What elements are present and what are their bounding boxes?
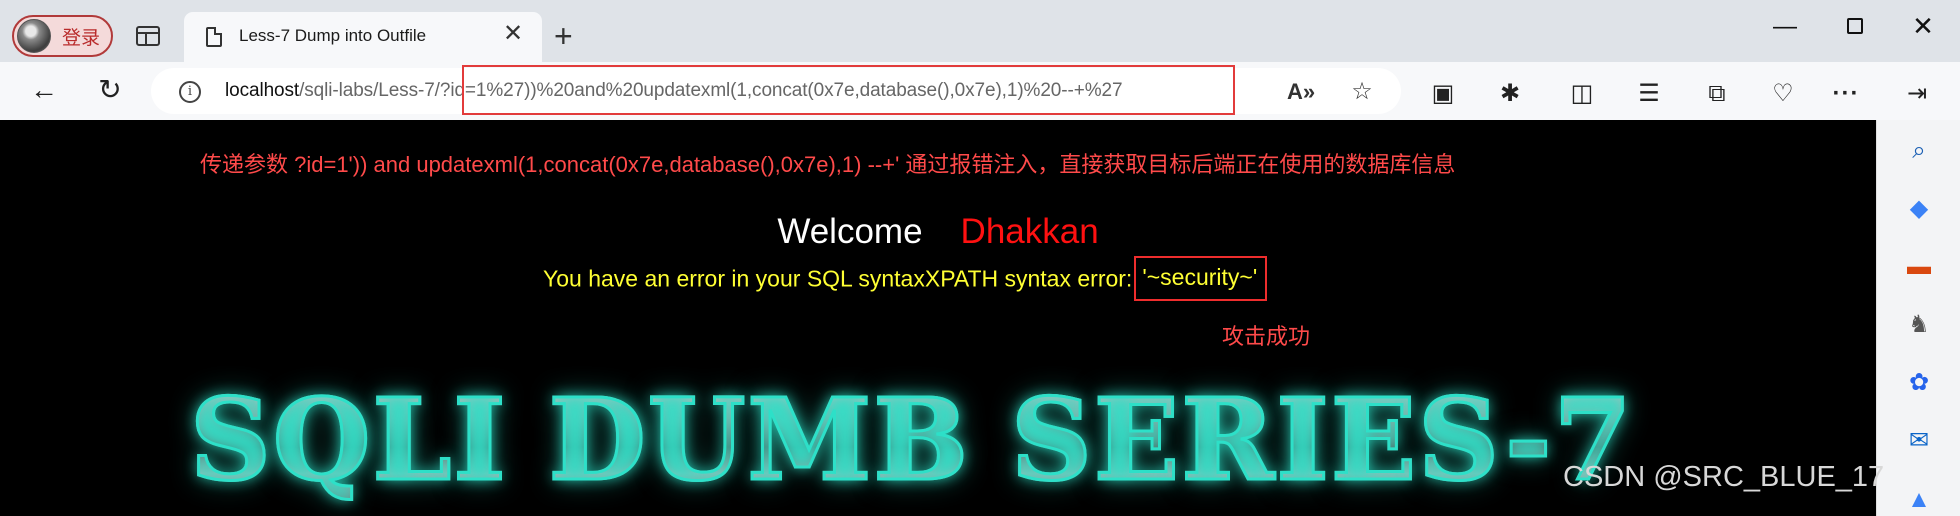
sidebar-copilot-icon[interactable]: ✿ (1904, 368, 1934, 398)
edge-sidebar: ⌕ ◆ ▬ ♞ ✿ ✉ ▲ (1876, 120, 1960, 516)
extension-icon[interactable]: ▣ (1428, 79, 1458, 109)
avatar (17, 19, 51, 53)
extensions-puzzle-icon[interactable]: ✱ (1495, 79, 1525, 109)
annotation-top: 传递参数 ?id=1')) and updatexml(1,concat(0x7… (200, 152, 1456, 177)
sidebar-outlook-icon[interactable]: ✉ (1904, 426, 1934, 456)
user-name: Dhakkan (960, 212, 1099, 251)
sidebar-games-icon[interactable]: ♞ (1904, 310, 1934, 340)
tab-actions-icon[interactable] (136, 26, 160, 46)
browser-essentials-icon[interactable]: ♡ (1768, 79, 1798, 109)
new-tab-button[interactable]: + (554, 18, 573, 54)
maximize-button[interactable] (1835, 10, 1875, 42)
tab-close-icon[interactable]: ✕ (500, 21, 526, 47)
url-host: localhost (225, 80, 300, 101)
sidebar-more-icon[interactable]: ▲ (1904, 485, 1934, 515)
favorite-star-icon[interactable]: ☆ (1347, 77, 1377, 107)
favorites-icon[interactable]: ☰ (1634, 79, 1664, 109)
refresh-button[interactable]: ↻ (90, 70, 130, 110)
site-info-icon[interactable]: i (179, 81, 201, 103)
more-menu-icon[interactable]: ··· (1831, 79, 1861, 109)
error-prefix: You have an error in your SQL syntaxXPAT… (543, 265, 1133, 292)
read-aloud-icon[interactable]: A» (1286, 77, 1316, 107)
minimize-button[interactable]: — (1765, 10, 1805, 42)
sidebar-search-icon[interactable]: ⌕ (1904, 136, 1934, 166)
maximize-icon (1847, 18, 1863, 34)
tab-less-7[interactable]: Less-7 Dump into Outfile ✕ (184, 12, 542, 62)
sidebar-shopping-icon[interactable]: ◆ (1904, 194, 1934, 224)
annotation-success: 攻击成功 (1222, 324, 1311, 349)
page-content: 传递参数 ?id=1')) and updatexml(1,concat(0x7… (0, 120, 1876, 516)
split-screen-icon[interactable]: ◫ (1567, 79, 1597, 109)
welcome-text: Welcome (777, 212, 923, 251)
collections-icon[interactable]: ⧉ (1702, 79, 1732, 109)
welcome-line: Welcome Dhakkan (0, 212, 1876, 252)
sidebar-toggle-icon[interactable]: ⇥ (1902, 79, 1932, 109)
tab-strip: 登录 Less-7 Dump into Outfile ✕ + — ✕ (0, 0, 1960, 62)
url-highlight-box (462, 65, 1235, 115)
sidebar-tools-icon[interactable]: ▬ (1904, 252, 1934, 282)
profile-label: 登录 (62, 27, 101, 49)
error-result: '~security~' (1134, 256, 1268, 301)
sqli-banner: SQLI DUMB SERIES-7 (189, 374, 1634, 508)
sql-error-message: You have an error in your SQL syntaxXPAT… (543, 256, 1268, 303)
close-window-button[interactable]: ✕ (1903, 10, 1943, 42)
page-icon (206, 27, 222, 47)
tab-title: Less-7 Dump into Outfile (239, 26, 427, 45)
profile-button[interactable]: 登录 (12, 15, 113, 57)
back-button[interactable]: ← (24, 70, 64, 110)
csdn-watermark: CSDN @SRC_BLUE_17 (1563, 461, 1885, 493)
